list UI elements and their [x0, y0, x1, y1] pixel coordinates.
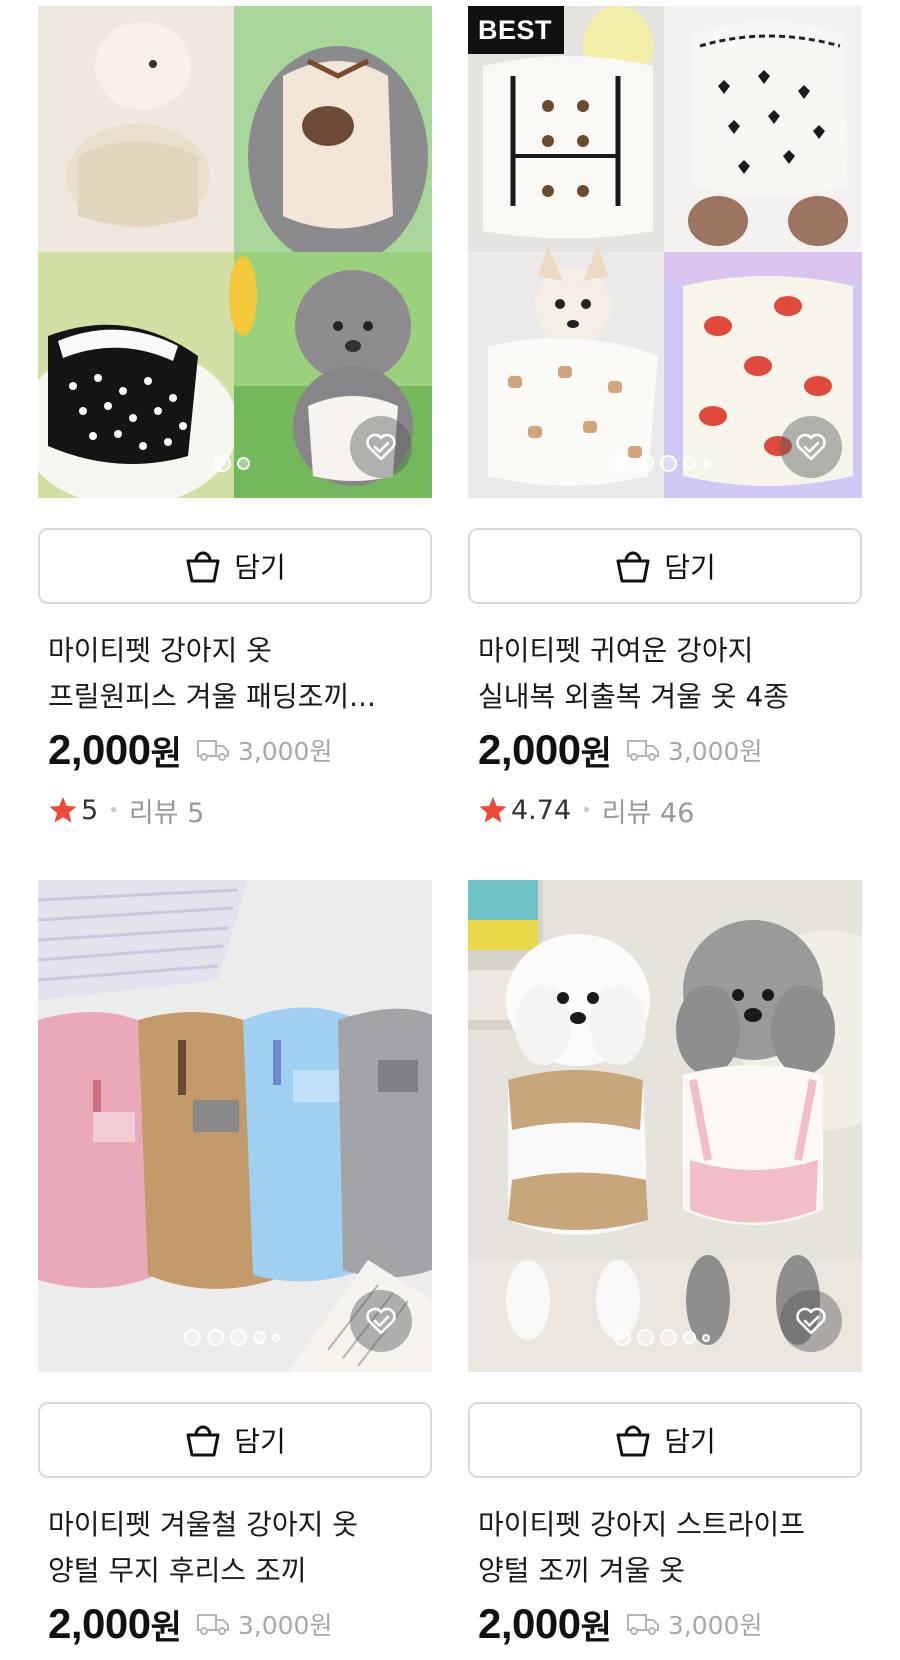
product-image-carousel[interactable]	[38, 880, 432, 1372]
add-to-cart-label: 담기	[234, 551, 286, 584]
product-card[interactable]: 담기 마이티펫 강아지 스트라이프 양털 조끼 겨울 옷 2,000 원 3,0…	[468, 880, 862, 1652]
carousel-dot	[702, 1333, 710, 1342]
carousel-dot	[230, 1329, 247, 1346]
rating-row: 5 • 리뷰 5	[38, 790, 432, 830]
heart-check-icon	[796, 433, 826, 461]
product-price: 2,000	[478, 726, 581, 773]
product-card[interactable]: 담기 마이티펫 겨울철 강아지 옷 양털 무지 후리스 조끼 2,000 원 3…	[38, 880, 432, 1652]
delivery-truck-icon	[626, 1614, 659, 1635]
product-title-line: 마이티펫 강아지 스트라이프	[478, 1508, 805, 1541]
price-row: 2,000 원 3,000원	[468, 722, 862, 778]
add-to-cart-button[interactable]: 담기	[38, 1402, 432, 1478]
carousel-indicator	[184, 1329, 280, 1346]
carousel-dot	[272, 1333, 280, 1342]
review-count[interactable]: 리뷰 5	[129, 791, 204, 830]
shipping-fee-amount: 3,000원	[237, 737, 333, 766]
product-grid: 담기 마이티펫 강아지 옷 프릴원피스 겨울 패딩조끼... 2,000 원 3…	[0, 0, 900, 1660]
price-row: 2,000 원 3,000원	[38, 722, 432, 778]
carousel-dot	[184, 1329, 201, 1346]
add-to-cart-button[interactable]: 담기	[468, 528, 862, 604]
carousel-dot	[660, 455, 677, 472]
separator-dot: •	[108, 799, 119, 821]
carousel-dot	[637, 455, 654, 472]
price-currency: 원	[580, 1607, 612, 1648]
carousel-indicator	[214, 455, 250, 472]
product-price: 2,000	[478, 1600, 581, 1647]
carousel-dot	[614, 1329, 631, 1346]
carousel-dot	[660, 1329, 677, 1346]
product-title[interactable]: 마이티펫 강아지 스트라이프 양털 조끼 겨울 옷	[468, 1502, 862, 1594]
rating-row: 4.74 • 리뷰 46	[468, 790, 862, 830]
separator-dot: •	[581, 799, 592, 821]
carousel-dot	[214, 455, 231, 472]
product-title-line: 마이티펫 귀여운 강아지	[478, 634, 754, 667]
carousel-indicator	[614, 1329, 710, 1346]
delivery-truck-icon	[196, 1614, 229, 1635]
product-price: 2,000	[48, 726, 151, 773]
price-currency: 원	[150, 1607, 182, 1648]
carousel-dot	[614, 455, 631, 472]
carousel-dot	[207, 1329, 224, 1346]
carousel-dot	[237, 457, 250, 470]
price-row: 2,000 원 3,000원	[468, 1596, 862, 1652]
heart-check-icon	[366, 1307, 396, 1335]
product-card[interactable]: BEST 담기 마이티펫 귀여운 강아지 실내복 외출복 겨울 옷 4종 2,0…	[468, 6, 862, 830]
wishlist-button[interactable]	[780, 1290, 842, 1352]
product-title-line: 마이티펫 겨울철 강아지 옷	[48, 1508, 359, 1541]
product-title[interactable]: 마이티펫 강아지 옷 프릴원피스 겨울 패딩조끼...	[38, 628, 432, 720]
shipping-fee: 3,000원	[626, 732, 763, 768]
product-title-line: 실내복 외출복 겨울 옷 4종	[478, 680, 790, 713]
shopping-bag-icon	[616, 551, 650, 583]
wishlist-button[interactable]	[780, 416, 842, 478]
carousel-dot	[637, 1329, 654, 1346]
product-title-line: 프릴원피스 겨울 패딩조끼...	[48, 680, 376, 713]
product-card[interactable]: 담기 마이티펫 강아지 옷 프릴원피스 겨울 패딩조끼... 2,000 원 3…	[38, 6, 432, 830]
price-currency: 원	[150, 733, 182, 774]
product-image-carousel[interactable]	[468, 880, 862, 1372]
heart-check-icon	[796, 1307, 826, 1335]
product-title-line: 마이티펫 강아지 옷	[48, 634, 272, 667]
add-to-cart-button[interactable]: 담기	[468, 1402, 862, 1478]
product-image-carousel[interactable]	[38, 6, 432, 498]
heart-check-icon	[366, 433, 396, 461]
shipping-fee: 3,000원	[196, 732, 333, 768]
wishlist-button[interactable]	[350, 416, 412, 478]
rating-score: 5	[81, 794, 99, 826]
rating-score: 4.74	[511, 794, 572, 826]
product-price: 2,000	[48, 1600, 151, 1647]
star-icon	[49, 797, 77, 823]
product-title[interactable]: 마이티펫 귀여운 강아지 실내복 외출복 겨울 옷 4종	[468, 628, 862, 720]
product-title-line: 양털 무지 후리스 조끼	[48, 1554, 307, 1587]
add-to-cart-button[interactable]: 담기	[38, 528, 432, 604]
carousel-dot	[683, 457, 696, 470]
price-currency: 원	[580, 733, 612, 774]
review-count[interactable]: 리뷰 46	[602, 791, 695, 830]
shipping-fee: 3,000원	[626, 1606, 763, 1642]
shipping-fee: 3,000원	[196, 1606, 333, 1642]
shopping-bag-icon	[186, 1425, 220, 1457]
carousel-dot	[253, 1331, 266, 1344]
delivery-truck-icon	[626, 740, 659, 761]
carousel-dot	[683, 1331, 696, 1344]
product-title[interactable]: 마이티펫 겨울철 강아지 옷 양털 무지 후리스 조끼	[38, 1502, 432, 1594]
price-row: 2,000 원 3,000원	[38, 1596, 432, 1652]
product-image-carousel[interactable]: BEST	[468, 6, 862, 498]
shipping-fee-amount: 3,000원	[237, 1611, 333, 1640]
product-title-line: 양털 조끼 겨울 옷	[478, 1554, 686, 1587]
star-icon	[479, 797, 507, 823]
shopping-bag-icon	[186, 551, 220, 583]
carousel-indicator	[614, 455, 710, 472]
wishlist-button[interactable]	[350, 1290, 412, 1352]
delivery-truck-icon	[196, 740, 229, 761]
carousel-dot	[702, 459, 710, 468]
add-to-cart-label: 담기	[234, 1425, 286, 1458]
add-to-cart-label: 담기	[664, 1425, 716, 1458]
best-badge: BEST	[468, 6, 565, 54]
shipping-fee-amount: 3,000원	[667, 737, 763, 766]
shopping-bag-icon	[616, 1425, 650, 1457]
add-to-cart-label: 담기	[664, 551, 716, 584]
shipping-fee-amount: 3,000원	[667, 1611, 763, 1640]
